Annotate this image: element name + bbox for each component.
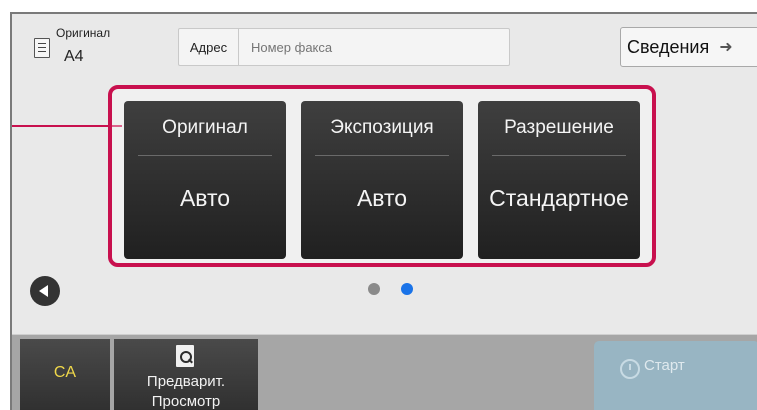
callout-line — [12, 125, 122, 127]
bottom-action-bar: CA Предварит. Просмотр Старт — [12, 334, 757, 410]
page-dot-2[interactable] — [401, 283, 413, 295]
original-setting-tile[interactable]: Оригинал Авто — [124, 101, 286, 259]
settings-group: Оригинал Авто Экспозиция Авто Разрешение… — [108, 85, 656, 267]
tile-title: Экспозиция — [330, 117, 434, 138]
tile-value: Авто — [179, 185, 231, 211]
fax-number-input[interactable] — [239, 29, 509, 65]
magnifier-document-icon — [176, 345, 194, 367]
details-button[interactable]: Сведения ➜ — [620, 27, 757, 67]
tile-divider — [138, 155, 272, 156]
resolution-setting-tile[interactable]: Разрешение Стандартное — [478, 101, 640, 259]
fax-screen: Оригинал A4 Адрес Сведения ➜ Оригинал Ав… — [10, 12, 757, 410]
preview-label-line2: Просмотр — [151, 393, 221, 410]
details-label: Сведения — [627, 36, 710, 57]
start-button[interactable]: Старт — [594, 341, 757, 410]
address-field[interactable]: Адрес — [178, 28, 510, 66]
address-label: Адрес — [179, 29, 239, 65]
document-icon — [34, 38, 50, 58]
preview-label-line1: Предварит. — [146, 373, 226, 390]
exposure-setting-tile[interactable]: Экспозиция Авто — [301, 101, 463, 259]
arrow-right-icon: ➜ — [719, 39, 733, 56]
original-label: Оригинал — [56, 26, 111, 40]
ca-button[interactable]: CA — [20, 339, 110, 410]
start-icon — [620, 359, 640, 379]
page-dot-1[interactable] — [368, 283, 380, 295]
ca-label: CA — [53, 364, 77, 381]
tile-divider — [492, 155, 626, 156]
tile-title: Оригинал — [162, 117, 248, 138]
tile-value: Стандартное — [489, 185, 629, 211]
tile-title: Разрешение — [504, 117, 614, 138]
original-info[interactable]: Оригинал A4 — [26, 24, 146, 70]
start-label: Старт — [644, 357, 685, 374]
tile-divider — [315, 155, 449, 156]
preview-button[interactable]: Предварит. Просмотр — [114, 339, 258, 410]
chevron-left-icon[interactable] — [30, 276, 60, 306]
original-size: A4 — [64, 48, 84, 65]
tile-value: Авто — [356, 185, 408, 211]
